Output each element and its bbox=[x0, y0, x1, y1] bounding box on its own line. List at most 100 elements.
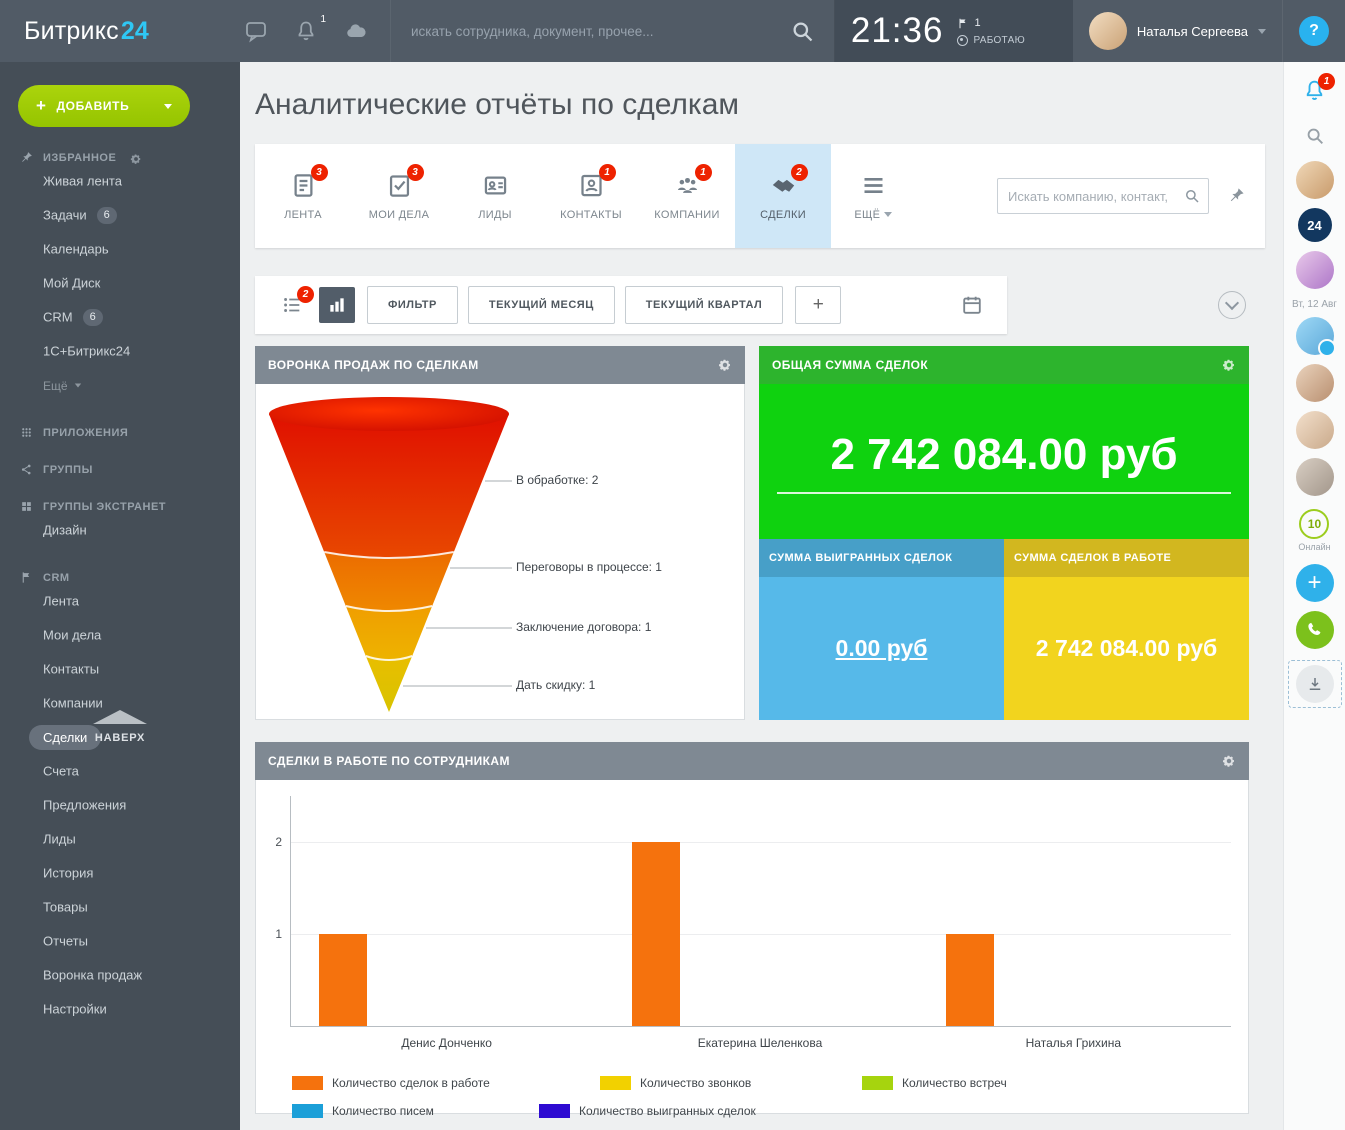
legend-swatch-icon bbox=[539, 1104, 570, 1118]
rail-notifications[interactable]: 1 bbox=[1302, 78, 1327, 108]
chart-gridline bbox=[291, 842, 1231, 843]
tab-contacts[interactable]: 1КОНТАКТЫ bbox=[543, 144, 639, 248]
avatar[interactable] bbox=[1296, 411, 1334, 449]
search-icon[interactable] bbox=[1183, 187, 1201, 205]
sidebar-item[interactable]: Мои дела bbox=[0, 618, 240, 652]
sidebar-item[interactable]: Воронка продаж bbox=[0, 958, 240, 992]
sidebar-item-label: Компании bbox=[43, 696, 103, 711]
sidebar-item-label: 1С+Битрикс24 bbox=[43, 344, 130, 359]
sidebar-item[interactable]: Задачи6 bbox=[0, 198, 240, 232]
list-view-icon[interactable]: 2 bbox=[281, 294, 303, 316]
funnel-stage-label: Переговоры в процессе: 1 bbox=[516, 560, 662, 574]
toolbar-button[interactable]: ФИЛЬТР bbox=[367, 286, 458, 324]
sidebar-item[interactable]: Ещё bbox=[0, 368, 240, 402]
avatar[interactable] bbox=[1296, 458, 1334, 496]
y-tick-label: 1 bbox=[264, 927, 282, 941]
total-sum-value[interactable]: 2 742 084.00 руб bbox=[777, 430, 1231, 494]
avatar[interactable] bbox=[1089, 12, 1127, 50]
sidebar-item[interactable]: Контакты bbox=[0, 652, 240, 686]
search-icon[interactable] bbox=[1304, 125, 1326, 147]
sidebar-section-title[interactable]: ПРИЛОЖЕНИЯ bbox=[0, 426, 240, 439]
won-sum-value[interactable]: 0.00 руб bbox=[836, 635, 928, 662]
tab-feed[interactable]: 3ЛЕНТА bbox=[255, 144, 351, 248]
sidebar-item[interactable]: 1С+Битрикс24 bbox=[0, 334, 240, 368]
bitrix24-badge[interactable]: 24 bbox=[1298, 208, 1332, 242]
tab-deals[interactable]: 2СДЕЛКИ bbox=[735, 144, 831, 248]
download-button[interactable] bbox=[1296, 665, 1334, 703]
sidebar-item-label: Мой Диск bbox=[43, 276, 100, 291]
sidebar-item[interactable]: История bbox=[0, 856, 240, 890]
sidebar-section: ПРИЛОЖЕНИЯ bbox=[0, 426, 240, 439]
funnel-stage-label: Дать скидку: 1 bbox=[516, 678, 595, 692]
sidebar-item[interactable]: Лиды bbox=[0, 822, 240, 856]
worktime-status: 1 РАБОТАЮ bbox=[957, 17, 1025, 46]
toolbar-button[interactable]: ТЕКУЩИЙ МЕСЯЦ bbox=[468, 286, 615, 324]
calendar-icon[interactable] bbox=[961, 294, 983, 316]
phone-icon bbox=[1305, 620, 1325, 640]
sidebar-section-title[interactable]: ГРУППЫ bbox=[0, 463, 240, 476]
online-counter[interactable]: 10 Онлайн bbox=[1298, 509, 1330, 552]
total-deals-sum[interactable]: 2 742 084.00 руб bbox=[759, 384, 1249, 539]
sidebar-section-title[interactable]: CRM bbox=[0, 571, 240, 584]
crm-tabs-card: 3ЛЕНТА3МОИ ДЕЛАЛИДЫ1КОНТАКТЫ1КОМПАНИИ2СД… bbox=[255, 144, 1265, 248]
list-view-badge: 2 bbox=[297, 286, 314, 303]
flag-counter[interactable]: 1 bbox=[957, 17, 1025, 30]
feed-icon: 3 bbox=[290, 172, 317, 199]
profile-menu[interactable]: Наталья Сергеева bbox=[1073, 12, 1282, 50]
avatar[interactable] bbox=[1296, 251, 1334, 289]
legend-item: Количество выигранных сделок bbox=[539, 1104, 756, 1118]
worktime-panel[interactable]: 21:36 1 РАБОТАЮ bbox=[835, 0, 1073, 62]
tab-leads[interactable]: ЛИДЫ bbox=[447, 144, 543, 248]
sidebar-item[interactable]: Мой Диск bbox=[0, 266, 240, 300]
back-to-top[interactable]: НАВЕРХ bbox=[62, 710, 178, 746]
sidebar-item-label: Контакты bbox=[43, 662, 99, 677]
add-button[interactable]: + ДОБАВИТЬ bbox=[18, 85, 190, 127]
gear-icon[interactable] bbox=[718, 358, 732, 372]
phone-button[interactable] bbox=[1296, 611, 1334, 649]
count-badge: 6 bbox=[97, 207, 117, 224]
collapse-chevron-button[interactable] bbox=[1218, 291, 1246, 319]
global-search-input[interactable] bbox=[409, 23, 789, 40]
crm-search-input[interactable] bbox=[997, 178, 1209, 214]
sidebar-item[interactable]: Календарь bbox=[0, 232, 240, 266]
avatar[interactable] bbox=[1296, 317, 1334, 355]
sidebar-item[interactable]: Живая лента bbox=[0, 164, 240, 198]
chart-view-toggle[interactable] bbox=[319, 287, 355, 323]
legend-item: Количество сделок в работе bbox=[292, 1076, 490, 1090]
tab-tasks[interactable]: 3МОИ ДЕЛА bbox=[351, 144, 447, 248]
toolbar-button[interactable]: ТЕКУЩИЙ КВАРТАЛ bbox=[625, 286, 784, 324]
section-title-label: CRM bbox=[43, 572, 70, 584]
sidebar-item[interactable]: Счета bbox=[0, 754, 240, 788]
chat-icon[interactable] bbox=[244, 19, 268, 43]
invite-plus-button[interactable]: + bbox=[1296, 564, 1334, 602]
help-button[interactable]: ? bbox=[1299, 16, 1329, 46]
gear-icon[interactable] bbox=[130, 152, 142, 164]
search-icon[interactable] bbox=[789, 18, 816, 45]
gear-icon[interactable] bbox=[1222, 754, 1236, 768]
menu-icon bbox=[860, 172, 887, 199]
sidebar-item[interactable]: Товары bbox=[0, 890, 240, 924]
notifications-bell-icon[interactable]: 1 bbox=[294, 19, 318, 43]
sidebar-item[interactable]: CRM6 bbox=[0, 300, 240, 334]
gear-icon[interactable] bbox=[1222, 358, 1236, 372]
sidebar-item[interactable]: Предложения bbox=[0, 788, 240, 822]
app-logo[interactable]: Битрикс24 bbox=[0, 17, 238, 46]
avatar[interactable] bbox=[1296, 161, 1334, 199]
sidebar-item[interactable]: Отчеты bbox=[0, 924, 240, 958]
section-title-label: ГРУППЫ ЭКСТРАНЕТ bbox=[43, 501, 166, 513]
pin-icon[interactable] bbox=[1228, 187, 1245, 204]
add-period-button[interactable]: + bbox=[795, 286, 841, 324]
tab-menu[interactable]: ЕЩЁ bbox=[831, 144, 915, 248]
sidebar-item[interactable]: Настройки bbox=[0, 992, 240, 1026]
avatar[interactable] bbox=[1296, 364, 1334, 402]
sidebar-section-title[interactable]: ИЗБРАННОЕ bbox=[0, 151, 240, 164]
legend-item: Количество писем bbox=[292, 1104, 434, 1118]
download-drop-target[interactable] bbox=[1288, 660, 1342, 708]
sidebar-item[interactable]: Лента bbox=[0, 584, 240, 618]
sidebar-item[interactable]: Дизайн bbox=[0, 513, 240, 547]
bar bbox=[319, 934, 367, 1026]
sidebar-section-title[interactable]: ГРУППЫ ЭКСТРАНЕТ bbox=[0, 500, 240, 513]
status-working[interactable]: РАБОТАЮ bbox=[957, 35, 1025, 46]
tab-companies[interactable]: 1КОМПАНИИ bbox=[639, 144, 735, 248]
cloud-icon[interactable] bbox=[344, 19, 368, 43]
